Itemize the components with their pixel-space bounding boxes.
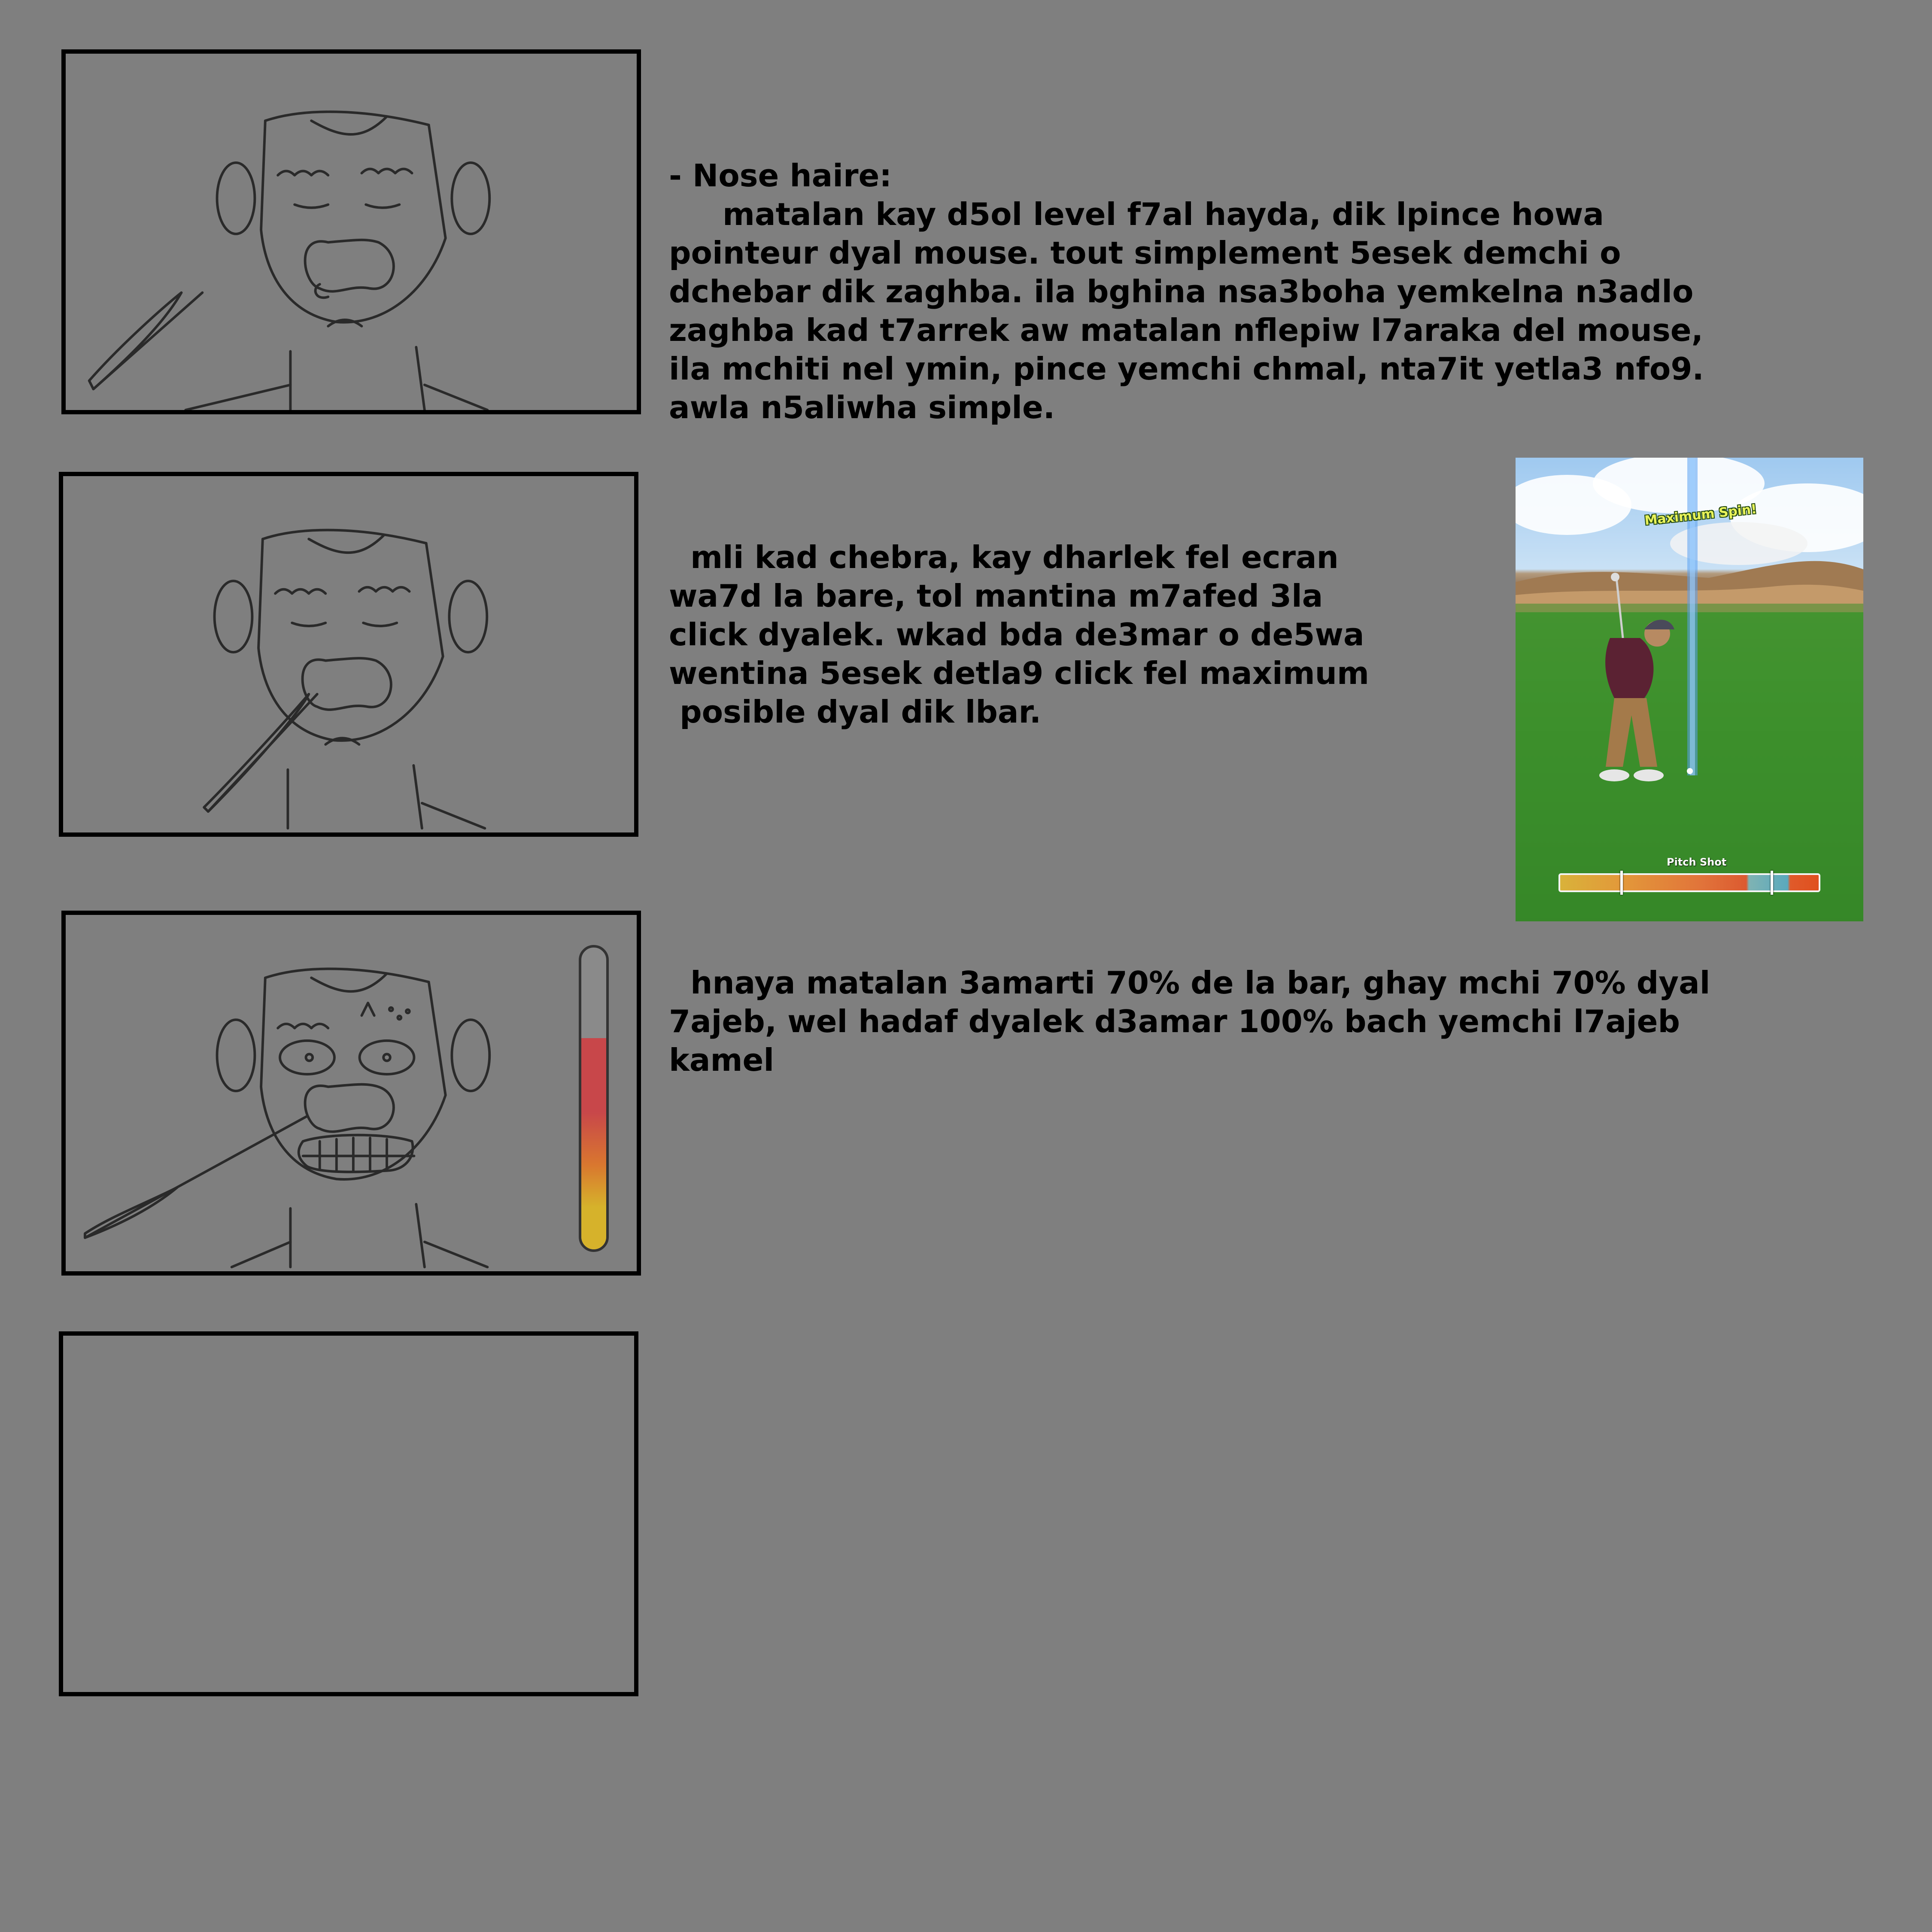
storyboard-panel-1 xyxy=(61,49,641,414)
golf-game-reference-image: Maximum Spin! Pitch Shot xyxy=(1516,458,1863,921)
pull-meter xyxy=(579,945,609,1252)
note-nose-hair: - Nose haire: matalan kay d5ol level f7al… xyxy=(669,79,1704,427)
golf-power-bar xyxy=(1558,871,1820,895)
golf-scene-icon xyxy=(1516,458,1863,921)
pull-meter-fill xyxy=(581,1038,606,1249)
shot-type-label: Pitch Shot xyxy=(1667,856,1727,868)
face-sketch-tweezers-icon xyxy=(88,110,491,410)
power-marker-end xyxy=(1771,871,1773,895)
storyboard-panel-4-empty xyxy=(59,1331,638,1696)
note-body: matalan kay d5ol level f7al hayda, dik l… xyxy=(669,196,1704,425)
note-pull-percentage: hnaya matalan 3amarti 70% de la bar, gha… xyxy=(669,925,1710,1079)
note-body: mli kad chebra, kay dharlek fel ecran wa… xyxy=(669,539,1370,730)
face-sketch-tweezers-icon xyxy=(203,529,489,830)
storyboard-panel-2 xyxy=(59,472,638,837)
power-marker-start xyxy=(1620,871,1623,895)
note-heading: - Nose haire: xyxy=(669,158,892,194)
storyboard-panel-3 xyxy=(61,911,641,1276)
note-body: hnaya matalan 3amarti 70% de la bar, gha… xyxy=(669,965,1710,1078)
face-sketch-pulled-hair-icon xyxy=(84,967,491,1269)
note-power-bar: mli kad chebra, kay dharlek fel ecran wa… xyxy=(669,499,1369,731)
